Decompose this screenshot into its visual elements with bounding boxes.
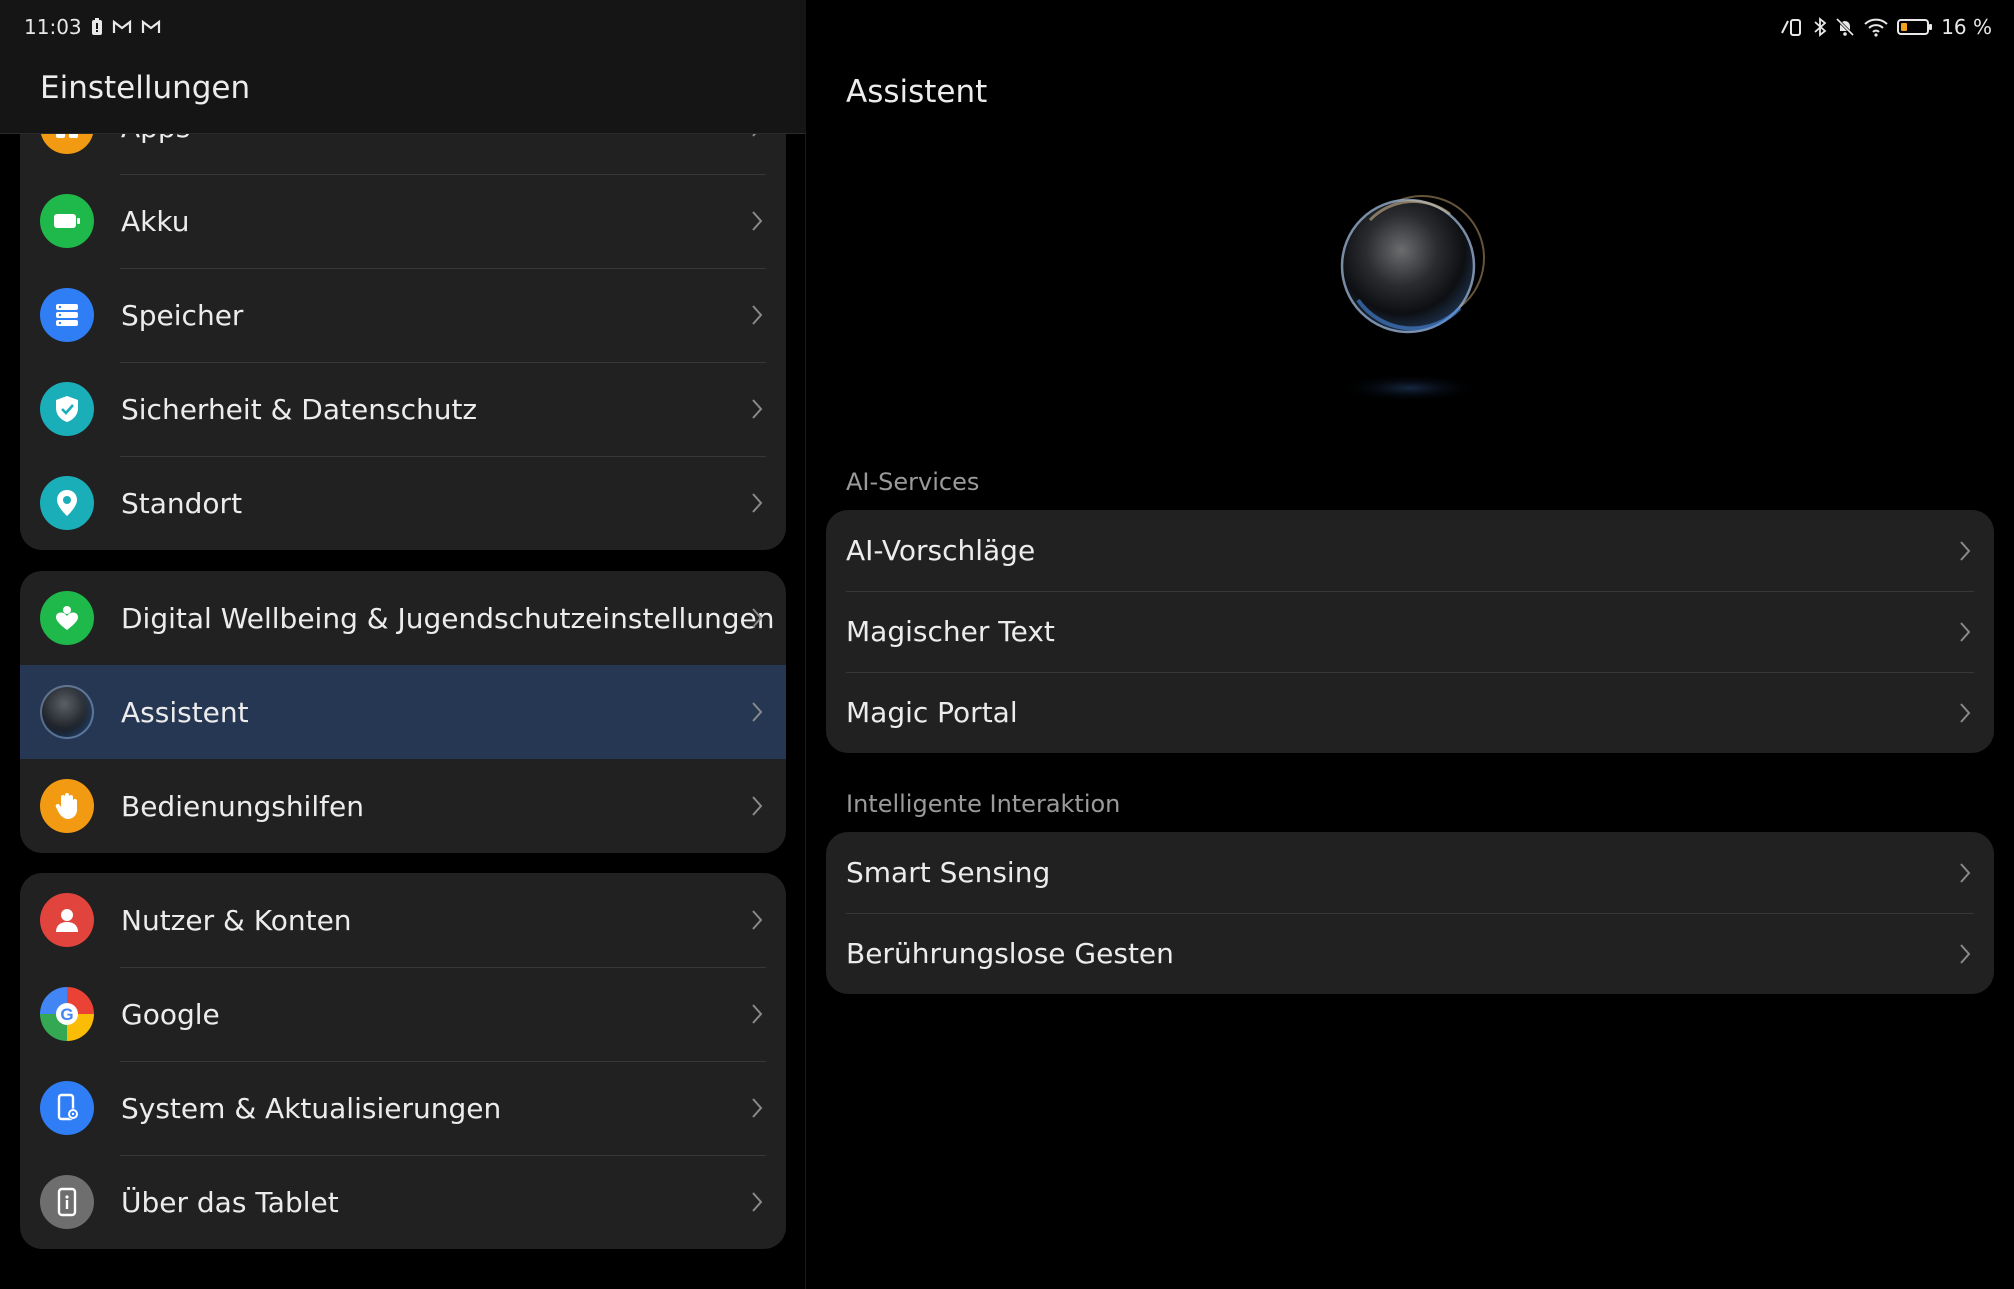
storage-icon xyxy=(40,288,94,342)
info-device-icon xyxy=(40,1175,94,1229)
sidebar-item-label: Sicherheit & Datenschutz xyxy=(121,392,478,426)
settings-group-wellbeing: Digital Wellbeing & Jugendschutzeinstell… xyxy=(20,571,786,853)
menu-item-label: Magic Portal xyxy=(846,696,1018,729)
gmail-icon xyxy=(112,19,132,35)
wellbeing-heart-icon xyxy=(40,591,94,645)
battery-percent: 16 % xyxy=(1941,15,1992,39)
chevron-right-icon xyxy=(1960,862,1971,883)
sidebar-item-label: Nutzer & Konten xyxy=(121,903,352,937)
section-title-ai-services: AI-Services xyxy=(846,468,980,496)
ai-services-card: AI-Vorschläge Magischer Text Magic Porta… xyxy=(826,510,1994,753)
chevron-right-icon xyxy=(752,399,763,419)
page-title: Einstellungen xyxy=(40,70,251,106)
person-icon xyxy=(40,893,94,947)
sidebar-item-label: Akku xyxy=(121,204,190,238)
battery-alert-icon xyxy=(91,18,103,36)
menu-item-magischer-text[interactable]: Magischer Text xyxy=(826,591,1994,672)
settings-list-pane[interactable]: Einstellungen Apps Akku Speicher xyxy=(0,0,806,1289)
sidebar-item-nutzer-konten[interactable]: Nutzer & Konten xyxy=(20,873,786,967)
sidebar-item-label: Speicher xyxy=(121,298,244,332)
sidebar-item-sicherheit[interactable]: Sicherheit & Datenschutz xyxy=(20,362,786,456)
section-title-intelligente-interaktion: Intelligente Interaktion xyxy=(846,790,1121,818)
assistant-orb-icon xyxy=(40,685,94,739)
menu-item-magic-portal[interactable]: Magic Portal xyxy=(826,672,1994,753)
assistant-orb-image xyxy=(1310,180,1510,420)
settings-group-accounts: Nutzer & Konten G Google System & Aktual… xyxy=(20,873,786,1249)
sidebar-item-akku[interactable]: Akku xyxy=(20,174,786,268)
battery-icon xyxy=(40,194,94,248)
menu-item-beruehrungslose-gesten[interactable]: Berührungslose Gesten xyxy=(826,913,1994,994)
chevron-right-icon xyxy=(752,305,763,325)
chevron-right-icon xyxy=(752,1192,763,1212)
sidebar-item-digital-wellbeing[interactable]: Digital Wellbeing & Jugendschutzeinstell… xyxy=(20,571,786,665)
sidebar-item-label: Digital Wellbeing & Jugendschutzeinstell… xyxy=(121,601,775,635)
chevron-right-icon xyxy=(1960,702,1971,723)
pane-divider xyxy=(805,0,806,1289)
sidebar-item-standort[interactable]: Standort xyxy=(20,456,786,550)
settings-group-device: Apps Akku Speicher Sicherheit & Datensch… xyxy=(20,80,786,550)
chevron-right-icon xyxy=(752,211,763,231)
sidebar-item-label: Bedienungshilfen xyxy=(121,789,364,823)
wifi-icon xyxy=(1863,17,1889,37)
sidebar-item-label: Google xyxy=(121,997,220,1031)
sidebar-item-label: Assistent xyxy=(121,695,249,729)
intelligent-interaction-card: Smart Sensing Berührungslose Gesten xyxy=(826,832,1994,994)
bell-muted-icon xyxy=(1835,17,1855,37)
sidebar-item-google[interactable]: G Google xyxy=(20,967,786,1061)
chevron-right-icon xyxy=(752,910,763,930)
bluetooth-icon xyxy=(1813,17,1827,37)
menu-item-label: Smart Sensing xyxy=(846,856,1051,889)
google-g-icon: G xyxy=(40,987,94,1041)
chevron-right-icon xyxy=(1960,621,1971,642)
location-pin-icon xyxy=(40,476,94,530)
menu-item-label: AI-Vorschläge xyxy=(846,534,1036,567)
chevron-right-icon xyxy=(1960,943,1971,964)
system-update-icon xyxy=(40,1081,94,1135)
sidebar-item-label: Standort xyxy=(121,486,243,520)
chevron-right-icon xyxy=(752,608,763,628)
sidebar-item-speicher[interactable]: Speicher xyxy=(20,268,786,362)
menu-item-label: Magischer Text xyxy=(846,615,1055,648)
sidebar-item-label: Über das Tablet xyxy=(121,1185,339,1219)
gmail-icon xyxy=(141,19,161,35)
vibrate-icon xyxy=(1779,17,1805,37)
detail-title: Assistent xyxy=(846,74,988,110)
menu-item-smart-sensing[interactable]: Smart Sensing xyxy=(826,832,1994,913)
status-bar-left: 11:03 xyxy=(24,14,161,40)
battery-icon xyxy=(1897,17,1933,37)
status-time: 11:03 xyxy=(24,15,82,39)
chevron-right-icon xyxy=(752,1004,763,1024)
shield-icon xyxy=(40,382,94,436)
chevron-right-icon xyxy=(752,493,763,513)
chevron-right-icon xyxy=(1960,540,1971,561)
chevron-right-icon xyxy=(752,702,763,722)
sidebar-item-ueber-tablet[interactable]: Über das Tablet xyxy=(20,1155,786,1249)
chevron-right-icon xyxy=(752,796,763,816)
sidebar-item-assistent[interactable]: Assistent xyxy=(20,665,786,759)
menu-item-label: Berührungslose Gesten xyxy=(846,937,1174,970)
sidebar-item-bedienungshilfen[interactable]: Bedienungshilfen xyxy=(20,759,786,853)
hand-icon xyxy=(40,779,94,833)
sidebar-item-label: System & Aktualisierungen xyxy=(121,1091,502,1125)
chevron-right-icon xyxy=(752,1098,763,1118)
menu-item-ai-vorschlaege[interactable]: AI-Vorschläge xyxy=(826,510,1994,591)
sidebar-item-system[interactable]: System & Aktualisierungen xyxy=(20,1061,786,1155)
status-bar-right: 16 % xyxy=(1779,14,1992,40)
svg-text:G: G xyxy=(60,1005,73,1024)
